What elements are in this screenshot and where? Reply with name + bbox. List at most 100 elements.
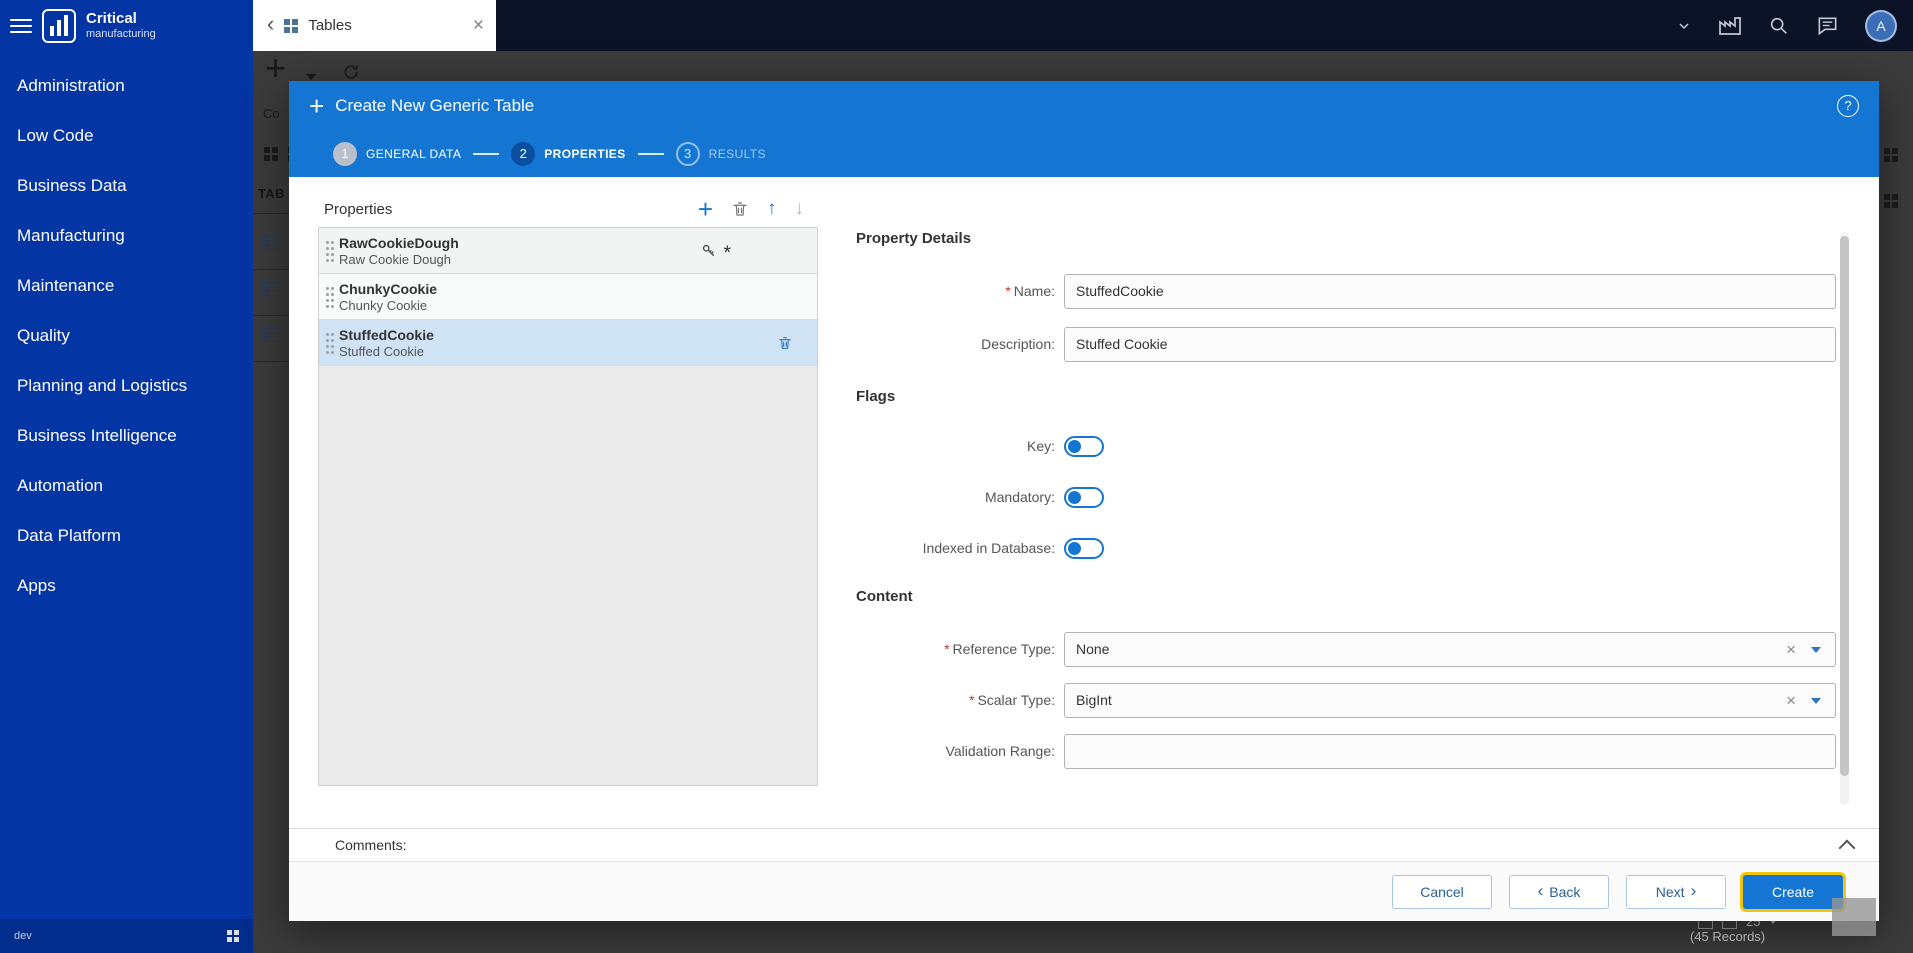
key-toggle[interactable] xyxy=(1064,436,1104,457)
sidebar-item-business-intelligence[interactable]: Business Intelligence xyxy=(0,411,253,461)
chevron-left-icon[interactable]: ‹ xyxy=(267,13,274,35)
mandatory-toggle-row: Mandatory: xyxy=(856,486,1104,508)
delete-row-trash-icon[interactable] xyxy=(777,320,793,365)
modal-body: Properties + ↑ ↓ RawCookieDough Raw Cook… xyxy=(289,177,1879,828)
sidebar-nav: Administration Low Code Business Data Ma… xyxy=(0,51,253,611)
table-row-icon xyxy=(262,236,278,255)
topbar: ‹ Tables × A xyxy=(253,0,1913,51)
chevron-up-icon[interactable] xyxy=(1839,839,1856,856)
reference-type-select[interactable]: None × xyxy=(1064,632,1836,667)
property-list-item-rawcookiedough[interactable]: RawCookieDough Raw Cookie Dough * xyxy=(319,228,817,274)
sidebar-item-quality[interactable]: Quality xyxy=(0,311,253,361)
description-input[interactable]: Stuffed Cookie xyxy=(1064,327,1836,362)
validation-range-field-row: Validation Range: xyxy=(856,734,1836,769)
sidebar-item-low-code[interactable]: Low Code xyxy=(0,111,253,161)
sidebar-item-data-platform[interactable]: Data Platform xyxy=(0,511,253,561)
mandatory-toggle[interactable] xyxy=(1064,487,1104,508)
sidebar-item-manufacturing[interactable]: Manufacturing xyxy=(0,211,253,261)
validation-range-label: Validation Range: xyxy=(856,734,1055,769)
comments-label: Comments: xyxy=(335,837,407,853)
validation-range-input[interactable] xyxy=(1064,734,1836,769)
required-marker: * xyxy=(969,692,974,708)
clear-icon[interactable]: × xyxy=(1786,684,1796,717)
chat-icon[interactable] xyxy=(1816,14,1839,37)
cursor-artifact xyxy=(1832,898,1876,936)
tab-tables[interactable]: ‹ Tables × xyxy=(253,0,496,51)
clear-icon[interactable]: × xyxy=(1786,633,1796,666)
sidebar: Critical manufacturing Administration Lo… xyxy=(0,0,253,953)
grid-settings-icon-dimmed xyxy=(1884,148,1899,163)
scalar-type-field-row: *Scalar Type: BigInt × xyxy=(856,683,1836,718)
step-general-data[interactable]: 1 GENERAL DATA xyxy=(333,142,461,166)
required-marker: * xyxy=(1005,283,1010,299)
modal-footer: Cancel ‹Back Next› Create xyxy=(289,861,1879,921)
move-down-icon[interactable]: ↓ xyxy=(795,198,805,220)
step-results[interactable]: 3 RESULTS xyxy=(676,142,766,166)
property-name: RawCookieDough xyxy=(339,235,459,251)
table-row-icon xyxy=(262,282,278,301)
next-button[interactable]: Next› xyxy=(1626,875,1726,909)
name-field-row: *Name: StuffedCookie xyxy=(856,274,1836,309)
reference-type-label: *Reference Type: xyxy=(856,632,1055,667)
row-divider xyxy=(253,315,289,316)
app-root: + Co TAB 25 (45 Records) ‹ Tables × xyxy=(0,0,1913,953)
add-property-icon[interactable]: + xyxy=(698,199,713,219)
step-properties[interactable]: 2 PROPERTIES xyxy=(511,142,625,166)
hamburger-menu-icon[interactable] xyxy=(10,19,32,33)
properties-panel-header: Properties + ↑ ↓ xyxy=(318,193,818,225)
chevron-down-icon[interactable] xyxy=(1676,18,1692,34)
back-button[interactable]: ‹Back xyxy=(1509,875,1609,909)
property-name: ChunkyCookie xyxy=(339,281,437,297)
drag-handle-icon[interactable] xyxy=(326,241,329,244)
key-toggle-row: Key: xyxy=(856,435,1104,457)
drag-handle-icon[interactable] xyxy=(326,287,329,290)
scrollbar-thumb[interactable] xyxy=(1840,236,1849,776)
dropdown-caret-icon xyxy=(1811,647,1821,653)
wizard-steps: 1 GENERAL DATA 2 PROPERTIES 3 RESULTS xyxy=(289,130,1879,177)
name-input[interactable]: StuffedCookie xyxy=(1064,274,1836,309)
sidebar-item-business-data[interactable]: Business Data xyxy=(0,161,253,211)
indexed-toggle[interactable] xyxy=(1064,538,1104,559)
property-details-title: Property Details xyxy=(856,230,971,247)
close-tab-icon[interactable]: × xyxy=(473,15,484,37)
toggle-knob xyxy=(1068,491,1081,504)
property-list-item-stuffedcookie[interactable]: StuffedCookie Stuffed Cookie xyxy=(319,320,817,366)
sidebar-item-automation[interactable]: Automation xyxy=(0,461,253,511)
mandatory-label: Mandatory: xyxy=(856,489,1055,505)
scalar-type-select[interactable]: BigInt × xyxy=(1064,683,1836,718)
avatar[interactable]: A xyxy=(1865,10,1897,42)
step-number: 3 xyxy=(676,142,700,166)
description-field-row: Description: Stuffed Cookie xyxy=(856,327,1836,362)
step-number: 1 xyxy=(333,142,357,166)
help-icon[interactable]: ? xyxy=(1837,95,1859,117)
table-icon xyxy=(283,18,299,34)
key-label: Key: xyxy=(856,438,1055,454)
row-divider xyxy=(253,361,289,362)
search-icon[interactable] xyxy=(1768,15,1790,37)
factory-icon[interactable] xyxy=(1718,14,1742,38)
reference-type-field-row: *Reference Type: None × xyxy=(856,632,1836,667)
details-scrollbar[interactable] xyxy=(1840,232,1849,805)
chevron-right-icon: › xyxy=(1691,882,1697,899)
property-description: Stuffed Cookie xyxy=(339,344,434,359)
content-section-title: Content xyxy=(856,588,913,605)
property-list-item-chunkycookie[interactable]: ChunkyCookie Chunky Cookie xyxy=(319,274,817,320)
sidebar-item-administration[interactable]: Administration xyxy=(0,61,253,111)
topbar-actions: A xyxy=(1676,10,1913,42)
delete-property-icon[interactable] xyxy=(731,200,749,218)
description-label: Description: xyxy=(856,327,1055,362)
step-label: GENERAL DATA xyxy=(366,147,461,161)
drag-handle-icon[interactable] xyxy=(326,333,329,336)
step-label: PROPERTIES xyxy=(544,147,625,161)
apps-grid-icon[interactable] xyxy=(227,930,239,942)
cancel-button[interactable]: Cancel xyxy=(1392,875,1492,909)
create-button[interactable]: Create xyxy=(1743,875,1843,909)
comments-section[interactable]: Comments: xyxy=(289,828,1879,861)
move-up-icon[interactable]: ↑ xyxy=(767,198,777,220)
sidebar-item-maintenance[interactable]: Maintenance xyxy=(0,261,253,311)
sidebar-item-apps[interactable]: Apps xyxy=(0,561,253,611)
indexed-toggle-row: Indexed in Database: xyxy=(856,537,1104,559)
sidebar-item-planning-and-logistics[interactable]: Planning and Logistics xyxy=(0,361,253,411)
add-dropdown-caret-icon xyxy=(306,74,316,80)
tab-label: Tables xyxy=(308,17,464,34)
